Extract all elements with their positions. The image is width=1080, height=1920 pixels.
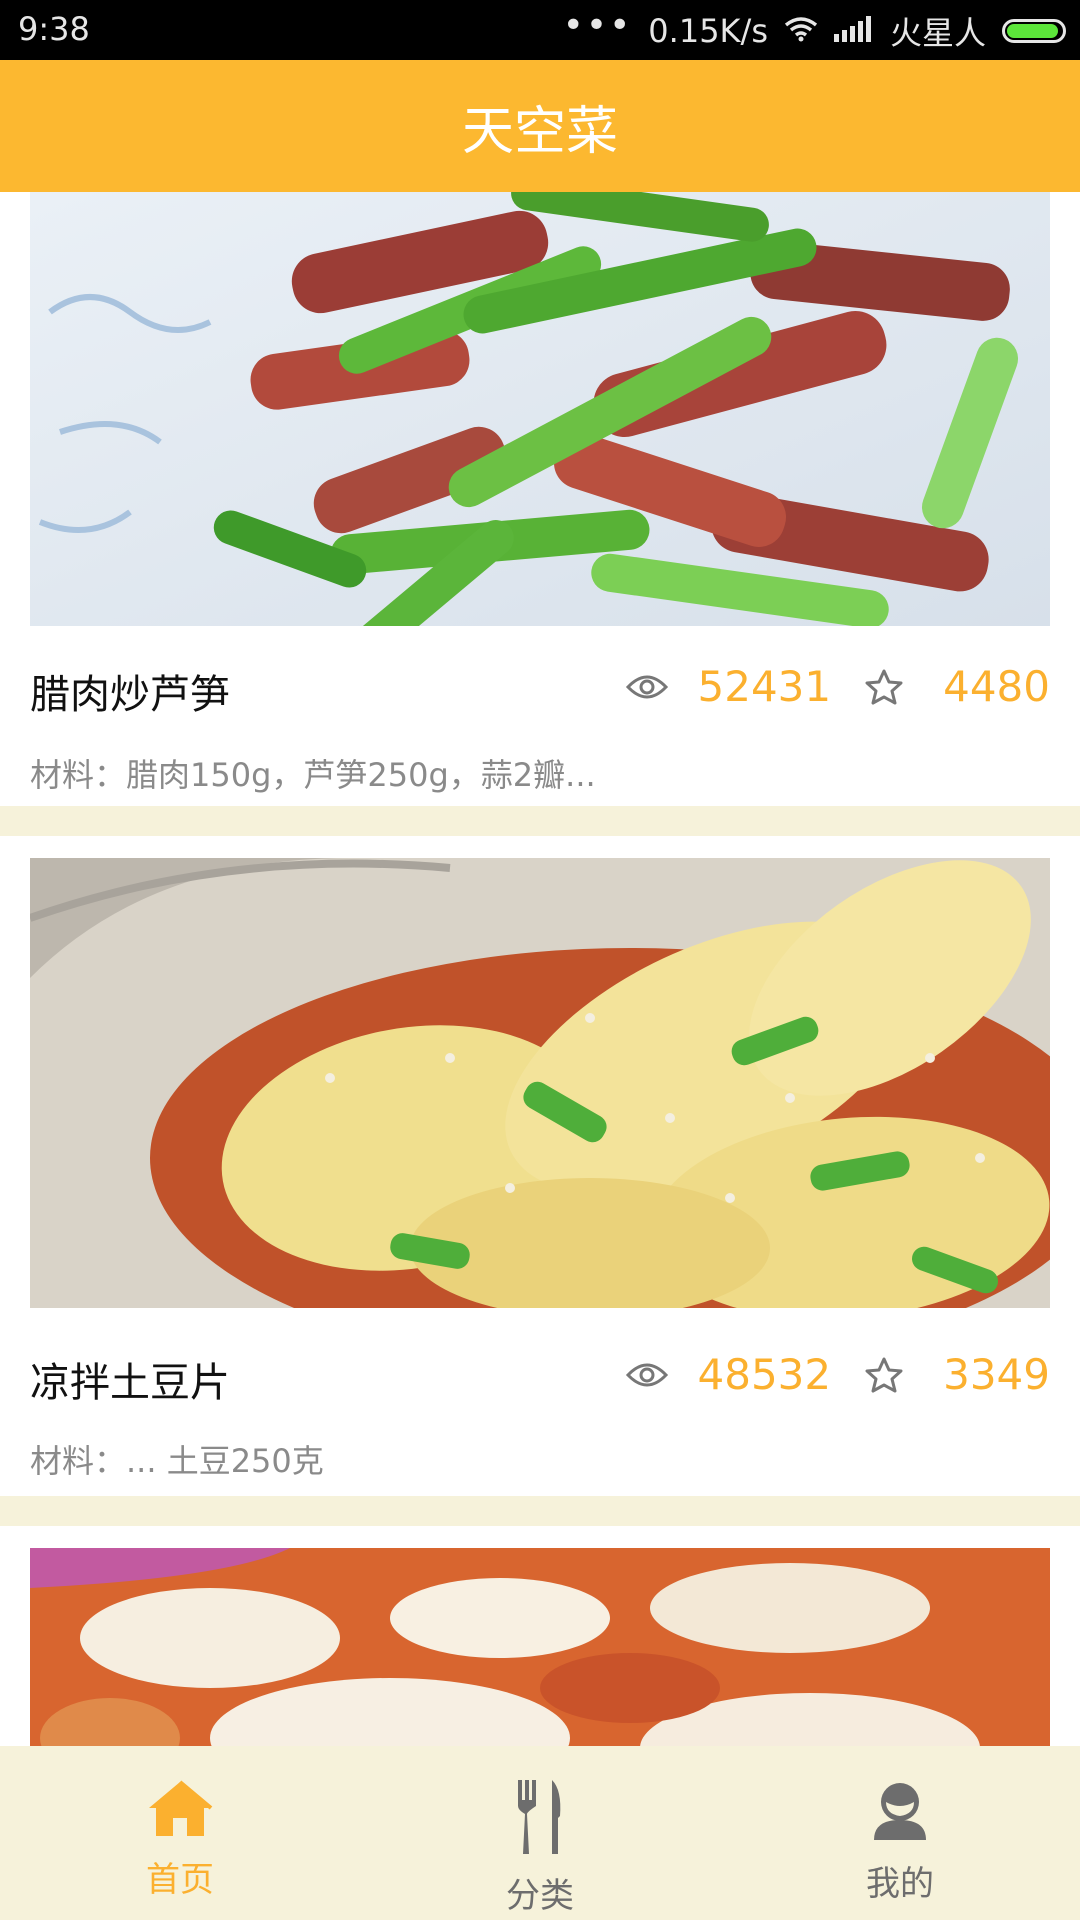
tab-home[interactable]: 首页: [0, 1746, 360, 1920]
star-icon[interactable]: [865, 1357, 903, 1393]
view-count: 48532: [697, 1350, 832, 1399]
star-icon[interactable]: [865, 669, 903, 705]
recipe-stats: 48532 3349: [625, 1350, 1050, 1399]
user-icon: [870, 1780, 930, 1846]
signal-icon: [833, 12, 874, 50]
tab-category[interactable]: 分类: [360, 1746, 720, 1920]
recipe-stats: 52431 4480: [625, 662, 1050, 711]
favorite-count: 3349: [943, 1350, 1050, 1399]
tab-category-label: 分类: [506, 1876, 574, 1916]
overflow-dots-icon: •••: [562, 4, 633, 46]
eye-icon: [625, 672, 668, 702]
app-header: 天空菜: [0, 60, 1080, 192]
tab-mine-label: 我的: [866, 1864, 934, 1904]
network-speed: 0.15K/s: [648, 12, 768, 50]
favorite-count: 4480: [943, 662, 1050, 711]
view-count: 52431: [697, 662, 832, 711]
recipe-card[interactable]: 腊肉炒芦笋 52431 4480 材料：腊肉150g，芦笋250g，蒜2瓣...: [0, 192, 1080, 806]
battery-fill: [1007, 24, 1059, 38]
recipe-feed[interactable]: 腊肉炒芦笋 52431 4480 材料：腊肉150g，芦笋250g，蒜2瓣...: [0, 192, 1080, 1746]
home-icon: [147, 1780, 213, 1842]
page-title: 天空菜: [461, 101, 618, 162]
bottom-tab-bar: 首页 分类 我的: [0, 1746, 1080, 1920]
battery-icon: [1002, 19, 1066, 43]
recipe-card[interactable]: [0, 1526, 1080, 1746]
recipe-description: 材料：腊肉150g，芦笋250g，蒜2瓣...: [30, 756, 596, 794]
tab-mine[interactable]: 我的: [720, 1746, 1080, 1920]
carrier-name: 火星人: [889, 14, 986, 52]
wifi-icon: [784, 12, 818, 50]
fork-knife-icon: [514, 1780, 566, 1858]
recipe-title[interactable]: 腊肉炒芦笋: [30, 662, 230, 720]
recipe-title[interactable]: 凉拌土豆片: [30, 1350, 230, 1408]
recipe-description: 材料：... 土豆250克: [30, 1442, 324, 1480]
status-time: 9:38: [18, 10, 90, 48]
recipe-card[interactable]: 凉拌土豆片 48532 3349 材料：... 土豆250克: [0, 836, 1080, 1496]
tab-home-label: 首页: [146, 1860, 214, 1900]
recipe-photo[interactable]: [30, 1548, 1050, 1746]
eye-icon: [625, 1360, 668, 1390]
recipe-photo[interactable]: [30, 858, 1050, 1308]
status-bar: 9:38 ••• 0.15K/s 火星人: [0, 0, 1080, 60]
recipe-photo[interactable]: [30, 192, 1050, 626]
